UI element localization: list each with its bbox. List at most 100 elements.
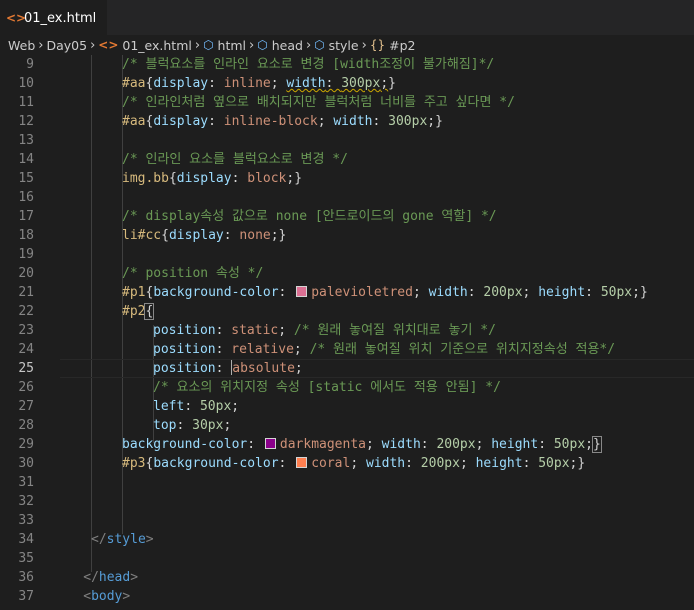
code-token: : [215, 361, 232, 376]
line-number: 12 [18, 114, 34, 129]
code-token: /* 요소의 위치지정 속성 [static 에서도 적용 안됨] */ [153, 380, 501, 395]
line-number: 24 [18, 342, 34, 357]
element-cube-icon: ⬡ [203, 38, 214, 52]
code-text: position: absolute; [153, 359, 303, 378]
code-line[interactable]: 35 [0, 549, 694, 568]
code-token: : [184, 399, 200, 414]
code-line[interactable]: 29 background-color: darkmagenta; width: … [0, 435, 694, 454]
code-line[interactable]: 27 left: 50px; [0, 397, 694, 416]
line-number: 10 [18, 76, 34, 91]
line-number: 31 [18, 475, 34, 490]
element-cube-icon: ⬡ [257, 38, 268, 52]
code-token: < [83, 589, 92, 604]
breadcrumb-item-head[interactable]: ⬡ head [257, 38, 303, 53]
code-line[interactable]: 30 #p3{background-color: coral; width: 20… [0, 454, 694, 473]
code-line[interactable]: 10 #aa{display: inline; width: 300px;} [0, 74, 694, 93]
code-line[interactable]: 24 position: relative; /* 원래 놓여질 위치 기준으로 … [0, 340, 694, 359]
code-token: : [176, 418, 193, 433]
code-editor[interactable]: 9 /* 블럭요소를 인라인 요소로 변경 [width조정이 불가해짐]*/ 10… [0, 55, 694, 610]
code-token: img.bb [122, 171, 169, 186]
line-number: 30 [18, 456, 34, 471]
code-line[interactable]: 17 /* display속성 값으로 none [안드로이드의 gone 역할]… [0, 207, 694, 226]
code-line[interactable]: 28 top: 30px; [0, 416, 694, 435]
code-token: 50px [553, 437, 586, 452]
code-text: top: 30px; [153, 416, 231, 435]
code-text: img.bb{display: block;} [122, 169, 302, 188]
chevron-right-icon: › [249, 37, 255, 53]
code-text: <body> [83, 587, 130, 606]
code-token: /* display속성 값으로 none [안드로이드의 gone 역할] *… [122, 209, 497, 224]
code-token: : [215, 323, 232, 338]
code-token: : [585, 285, 601, 300]
line-number: 22 [18, 304, 34, 319]
code-line[interactable]: 19 [0, 245, 694, 264]
code-line[interactable]: 36 </head> [0, 568, 694, 587]
breadcrumb-item-day05[interactable]: Day05 [46, 38, 87, 53]
line-number: 18 [18, 228, 34, 243]
code-token: ; [270, 76, 287, 91]
code-token: ; [231, 399, 240, 414]
code-line[interactable]: 34 </style> [0, 530, 694, 549]
code-line[interactable]: 31 [0, 473, 694, 492]
code-token: width [428, 285, 468, 300]
code-text: </style> [91, 530, 154, 549]
code-token: : [223, 228, 240, 243]
color-swatch[interactable] [296, 286, 308, 297]
code-token: position [153, 342, 216, 357]
code-token: ;} [632, 285, 648, 300]
code-line[interactable]: 18 li#cc{display: none;} [0, 226, 694, 245]
code-line[interactable]: 21 #p1{background-color: palevioletred; w… [0, 283, 694, 302]
code-text: /* 인라인 요소를 블럭요소로 변경 */ [122, 150, 348, 169]
code-text: left: 50px; [153, 397, 239, 416]
html-file-icon: <> [98, 38, 119, 52]
code-line[interactable]: 9 /* 블럭요소를 인라인 요소로 변경 [width조정이 불가해짐]*/ [0, 55, 694, 74]
code-line[interactable]: 20 /* position 속성 */ [0, 264, 694, 283]
color-swatch[interactable] [264, 438, 276, 449]
tab-01-ex-html[interactable]: <> 01_ex.html [0, 0, 107, 35]
code-line[interactable]: 23 position: static; /* 원래 놓여질 위치대로 놓기 */ [0, 321, 694, 340]
code-token: li#cc [122, 228, 162, 243]
code-line[interactable]: 37 <body> [0, 587, 694, 606]
code-line[interactable]: 32 [0, 492, 694, 511]
code-token: none [239, 228, 271, 243]
line-number: 35 [18, 551, 34, 566]
code-token: /* 인라인 요소를 블럭요소로 변경 */ [122, 152, 348, 167]
code-token: background-color [153, 456, 279, 471]
code-text: li#cc{display: none;} [122, 226, 286, 245]
code-text: position: relative; /* 원래 놓여질 위치 기준으로 위치… [153, 340, 615, 359]
code-line[interactable]: 12 #aa{display: inline-block; width: 300p… [0, 112, 694, 131]
code-token: height [491, 437, 539, 452]
line-number: 13 [18, 133, 34, 148]
code-token: ; [365, 437, 382, 452]
code-token: ;} [270, 228, 287, 243]
breadcrumb-item-file[interactable]: <> 01_ex.html [98, 38, 192, 53]
code-token: block [247, 171, 287, 186]
code-token: { [161, 228, 169, 243]
code-line[interactable]: 15 img.bb{display: block;} [0, 169, 694, 188]
code-token: ; [278, 323, 294, 338]
color-swatch[interactable] [296, 457, 308, 468]
code-line[interactable]: 11 /* 인라인처럼 옆으로 배치되지만 블럭처럼 너비를 주고 싶다면 */ [0, 93, 694, 112]
code-line[interactable]: 22 #p2{ [0, 302, 694, 321]
code-line[interactable]: 25 position: absolute; [0, 359, 694, 378]
code-token: #aa [122, 76, 146, 91]
code-token: /* 원래 놓여질 위치대로 놓기 */ [293, 323, 496, 338]
code-token: ;} [427, 114, 443, 129]
line-number: 11 [18, 95, 34, 110]
code-token: : [325, 76, 342, 91]
breadcrumb-item-style[interactable]: ⬡ style [314, 38, 358, 53]
breadcrumb-item-web[interactable]: Web [8, 38, 35, 53]
code-token: : [538, 437, 554, 452]
code-token: /* 인라인처럼 옆으로 배치되지만 블럭처럼 너비를 주고 싶다면 */ [122, 95, 515, 110]
breadcrumb-item-p2[interactable]: {} #p2 [370, 38, 416, 53]
code-line[interactable]: 16 [0, 188, 694, 207]
code-token: coral [311, 456, 351, 471]
line-number: 9 [26, 57, 34, 72]
code-line[interactable]: 13 [0, 131, 694, 150]
code-token: : [420, 437, 437, 452]
code-token: : [215, 342, 232, 357]
breadcrumb-item-html[interactable]: ⬡ html [203, 38, 246, 53]
code-line[interactable]: 26 /* 요소의 위치지정 속성 [static 에서도 적용 안됨] */ [0, 378, 694, 397]
code-line[interactable]: 33 [0, 511, 694, 530]
code-line[interactable]: 14 /* 인라인 요소를 블럭요소로 변경 */ [0, 150, 694, 169]
